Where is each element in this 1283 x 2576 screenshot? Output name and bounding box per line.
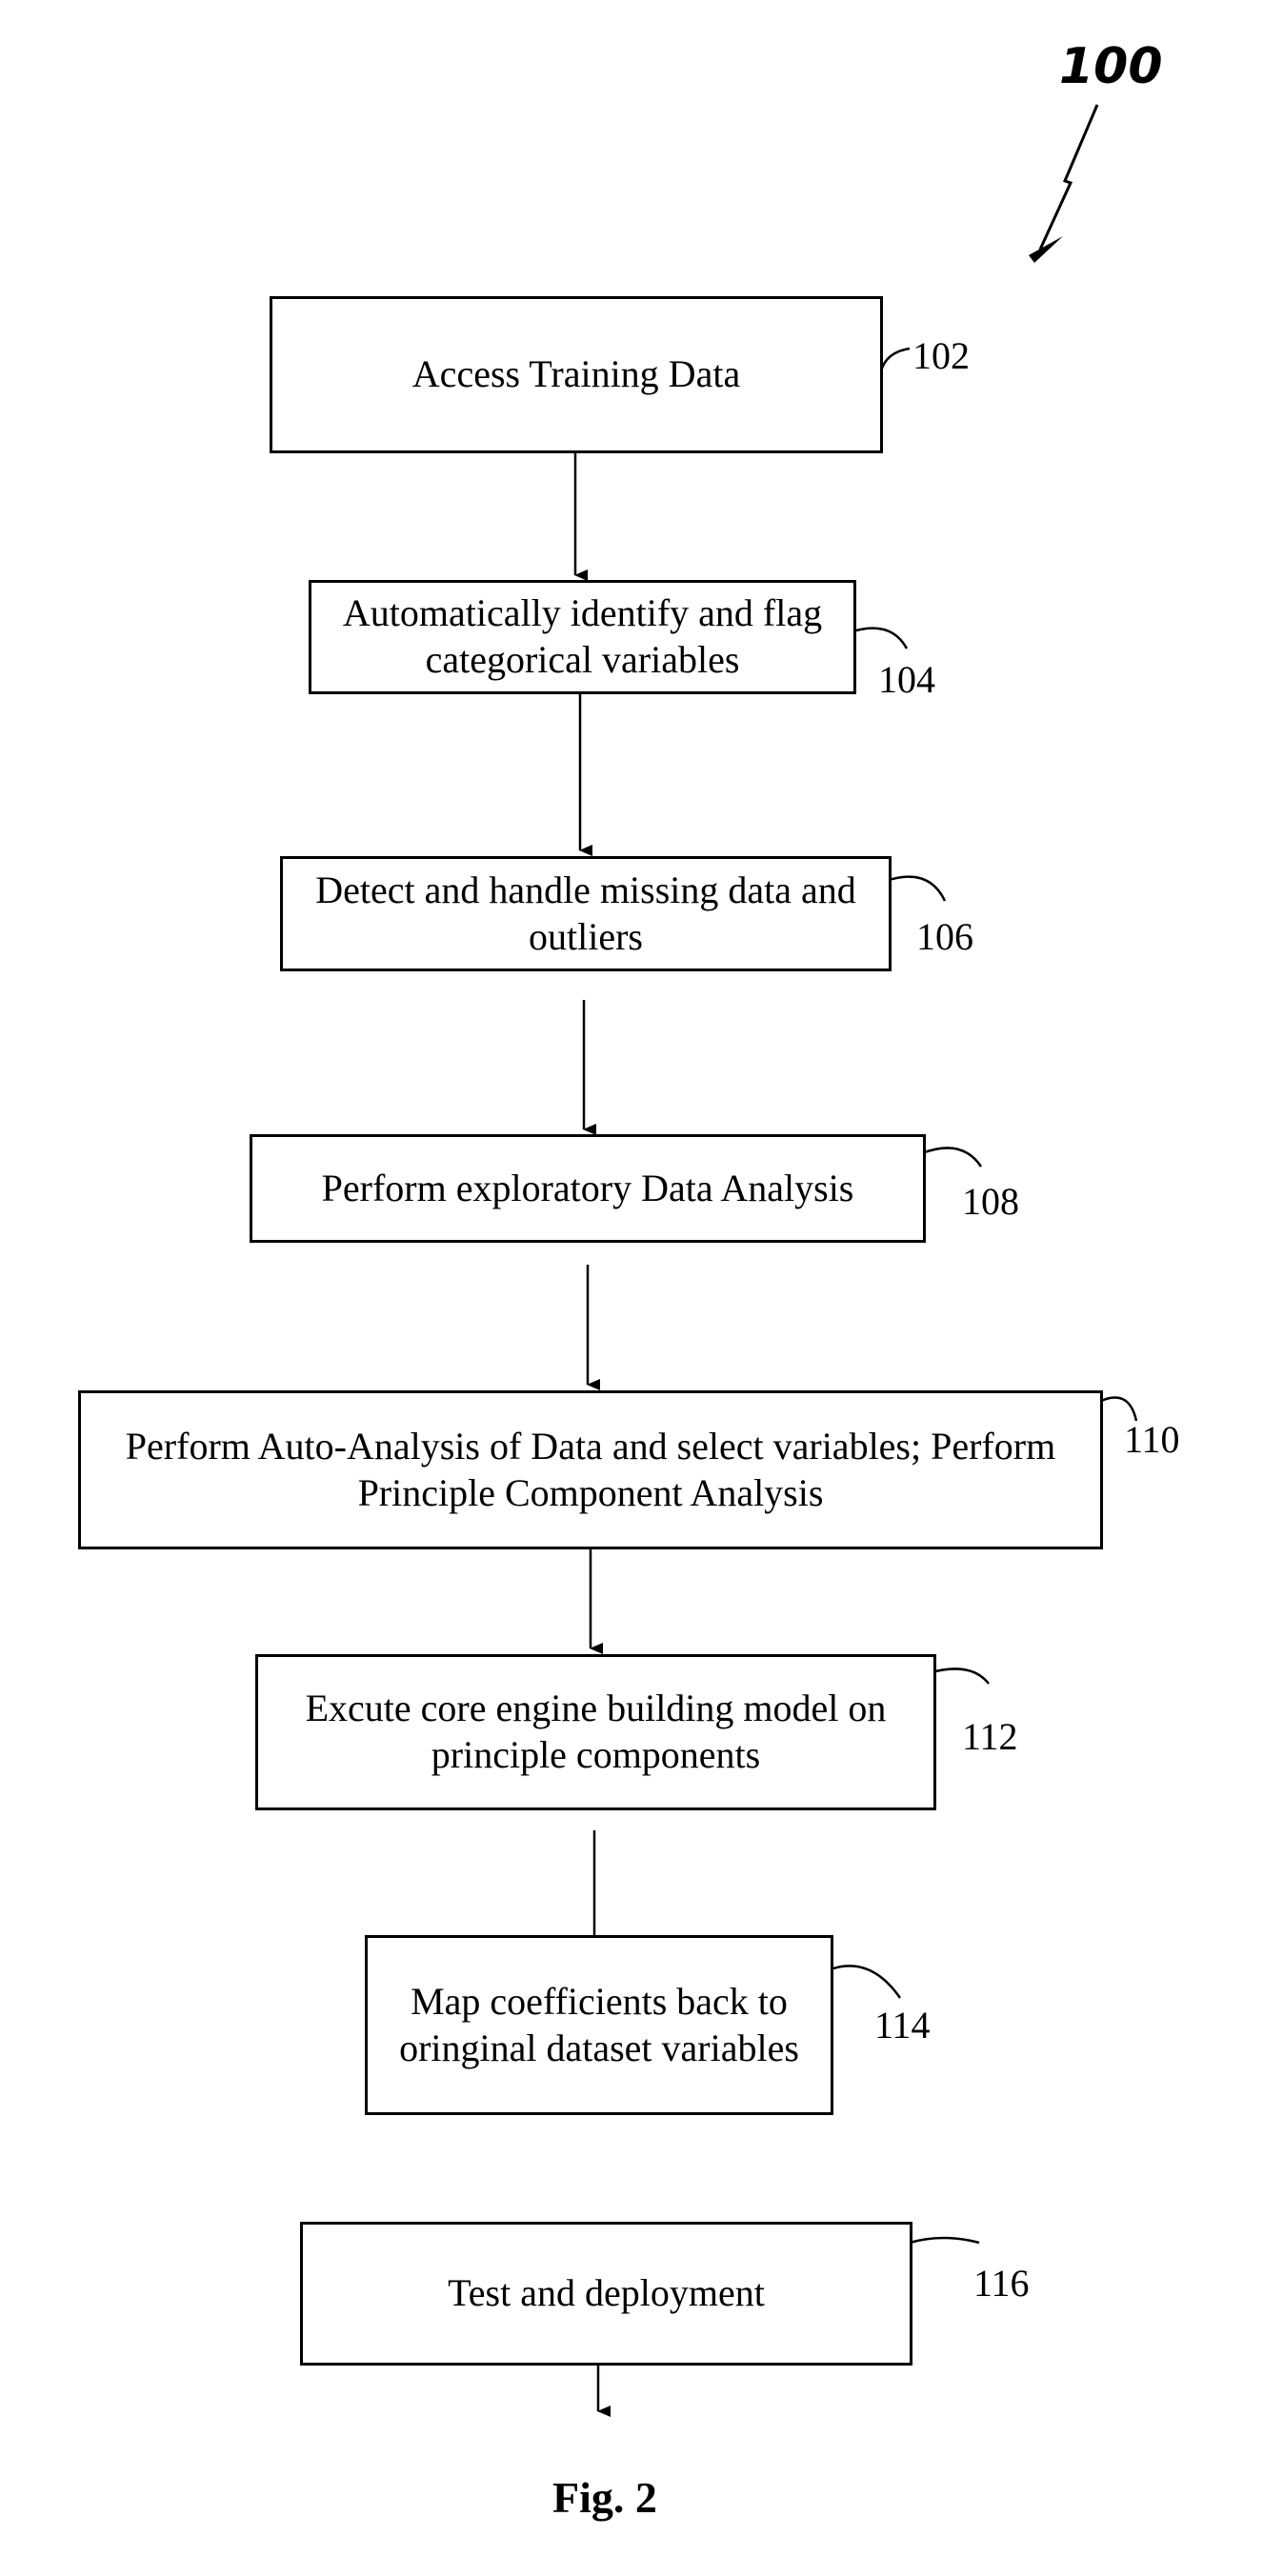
step-text: Map coefficients back to oringinal datas… [399, 1979, 799, 2069]
leader-114 [832, 1965, 902, 1999]
leader-108 [921, 1147, 983, 1168]
ref-label-108: 108 [962, 1180, 1019, 1223]
leader-106 [885, 875, 947, 902]
step-box-104: Automatically identify and flag categori… [309, 580, 856, 694]
step-text: Automatically identify and flag categori… [342, 591, 823, 681]
ref-label-106: 106 [916, 915, 973, 958]
step-text: Test and deployment [448, 2271, 765, 2315]
leader-116 [909, 2236, 980, 2245]
step-text: Perform Auto-Analysis of Data and select… [125, 1424, 1056, 1514]
figure-caption: Fig. 2 [552, 2473, 657, 2522]
leader-102 [879, 347, 911, 372]
figure-number-label: 100 [1059, 38, 1163, 95]
step-text: Access Training Data [411, 352, 741, 396]
ref-label-116: 116 [973, 2262, 1030, 2305]
step-box-110: Perform Auto-Analysis of Data and select… [78, 1390, 1103, 1549]
ref-label-114: 114 [874, 2004, 931, 2047]
ref-label-110: 110 [1124, 1418, 1180, 1461]
figure-pointer-arrow [1038, 104, 1099, 250]
step-box-112: Excute core engine building model on pri… [255, 1654, 936, 1810]
step-text: Detect and handle missing data and outli… [315, 868, 856, 958]
leader-104 [849, 627, 909, 649]
ref-label-104: 104 [878, 658, 935, 701]
step-box-102: Access Training Data [270, 296, 883, 453]
step-text: Perform exploratory Data Analysis [321, 1166, 854, 1209]
step-box-108: Perform exploratory Data Analysis [250, 1134, 926, 1243]
step-box-114: Map coefficients back to oringinal datas… [365, 1935, 833, 2115]
ref-label-112: 112 [962, 1715, 1018, 1758]
ref-label-102: 102 [912, 334, 970, 377]
step-box-116: Test and deployment [300, 2222, 912, 2366]
step-box-106: Detect and handle missing data and outli… [280, 856, 892, 971]
leader-112 [931, 1667, 990, 1685]
step-text: Excute core engine building model on pri… [305, 1687, 887, 1776]
